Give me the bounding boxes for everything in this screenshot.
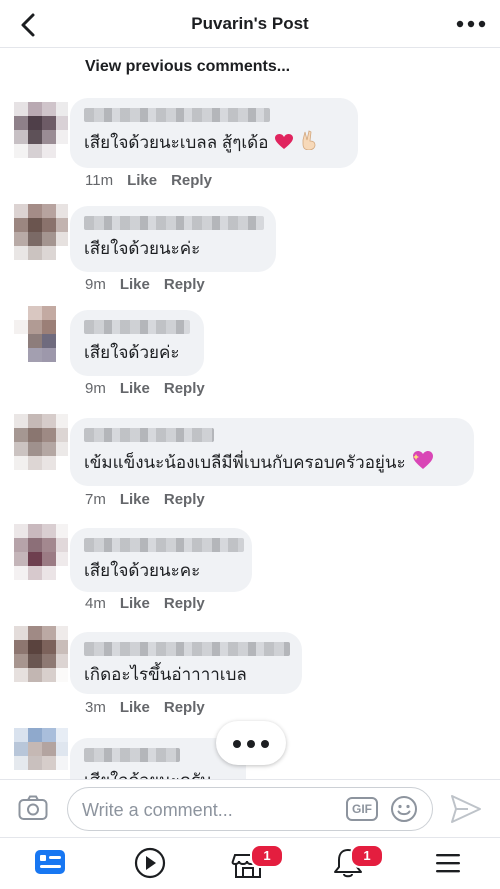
comment-meta: 3m Like Reply [85, 699, 219, 716]
comment-meta: 11m Like Reply [85, 172, 226, 189]
menu-icon[interactable] [430, 846, 470, 882]
sparkling-heart-icon [412, 450, 434, 469]
comment-text: เข้มแข็งนะน้องเบลีมีพี่เบนกับครอบครัวอยู… [84, 453, 406, 472]
reply-button[interactable]: Reply [164, 276, 205, 293]
comment-meta: 9m Like Reply [85, 276, 219, 293]
like-button[interactable]: Like [120, 699, 150, 716]
send-icon[interactable] [450, 794, 482, 824]
comment-text: เสียใจด้วยนะครับ [84, 771, 211, 779]
notification-badge: 1 [350, 844, 384, 868]
commenter-name-redacted [84, 216, 264, 230]
typing-indicator [216, 721, 286, 765]
comment-field[interactable]: GIF [67, 787, 433, 831]
like-button[interactable]: Like [120, 491, 150, 508]
notification-badge: 1 [250, 844, 284, 868]
comment-time: 9m [85, 276, 106, 293]
avatar[interactable] [14, 626, 68, 682]
commenter-name-redacted [84, 642, 290, 656]
commenter-name-redacted [84, 538, 244, 552]
like-button[interactable]: Like [127, 172, 157, 189]
news-feed-icon[interactable] [32, 846, 72, 882]
bottom-tab-bar: 1 1 [0, 837, 500, 889]
avatar[interactable] [14, 102, 68, 158]
reply-button[interactable]: Reply [164, 699, 205, 716]
comment-text: เสียใจด้วยนะคะ [84, 561, 201, 580]
like-button[interactable]: Like [120, 380, 150, 397]
reply-button[interactable]: Reply [164, 595, 205, 612]
comment-bubble[interactable]: เสียใจด้วยนะค่ะ [70, 206, 276, 272]
top-navigation-bar: Puvarin's Post [0, 0, 500, 48]
reply-button[interactable]: Reply [164, 491, 205, 508]
comment-time: 9m [85, 380, 106, 397]
comment-time: 11m [85, 172, 114, 189]
comment-time: 7m [85, 491, 106, 508]
view-previous-comments-link[interactable]: View previous comments... [85, 58, 290, 76]
comment-time: 4m [85, 595, 106, 612]
notifications-bell-icon[interactable]: 1 [330, 844, 384, 882]
comment-meta: 7m Like Reply [85, 491, 219, 508]
avatar[interactable] [14, 204, 68, 260]
reply-button[interactable]: Reply [171, 172, 212, 189]
comment-text: เสียใจด้วยนะเบลล สู้ๆเด้อ [84, 133, 269, 152]
comment-meta: 9m Like Reply [85, 380, 219, 397]
more-horizontal-icon[interactable] [454, 10, 488, 38]
comment-input[interactable] [82, 798, 332, 822]
avatar[interactable] [14, 306, 68, 362]
comment-bubble[interactable]: เข้มแข็งนะน้องเบลีมีพี่เบนกับครอบครัวอยู… [70, 418, 474, 486]
watch-video-icon[interactable] [132, 846, 172, 882]
comment-text: เกิดอะไรขึ้นอ่าาาาเบล [84, 665, 247, 684]
comment-composer: GIF [0, 779, 500, 837]
comment-meta: 4m Like Reply [85, 595, 219, 612]
commenter-name-redacted [84, 748, 180, 762]
victory-hand-icon [300, 130, 318, 151]
gif-button[interactable]: GIF [346, 797, 378, 821]
avatar[interactable] [14, 728, 68, 779]
like-button[interactable]: Like [120, 595, 150, 612]
avatar[interactable] [14, 524, 68, 580]
like-button[interactable]: Like [120, 276, 150, 293]
comment-bubble[interactable]: เสียใจด้วยนะคะ [70, 528, 252, 592]
comment-text: เสียใจด้วยนะค่ะ [84, 239, 201, 258]
reply-button[interactable]: Reply [164, 380, 205, 397]
camera-icon[interactable] [18, 795, 48, 821]
avatar[interactable] [14, 414, 68, 470]
commenter-name-redacted [84, 320, 190, 334]
commenter-name-redacted [84, 428, 214, 442]
red-heart-icon [275, 134, 294, 150]
page-title: Puvarin's Post [191, 14, 309, 33]
comment-bubble[interactable]: เสียใจด้วยค่ะ [70, 310, 204, 376]
comment-bubble[interactable]: เกิดอะไรขึ้นอ่าาาาเบล [70, 632, 302, 694]
comment-time: 3m [85, 699, 106, 716]
marketplace-icon[interactable]: 1 [230, 844, 284, 882]
commenter-name-redacted [84, 108, 270, 122]
comment-text: เสียใจด้วยค่ะ [84, 343, 180, 362]
comment-bubble[interactable]: เสียใจด้วยนะเบลล สู้ๆเด้อ [70, 98, 358, 168]
emoji-smile-icon[interactable] [390, 795, 418, 823]
